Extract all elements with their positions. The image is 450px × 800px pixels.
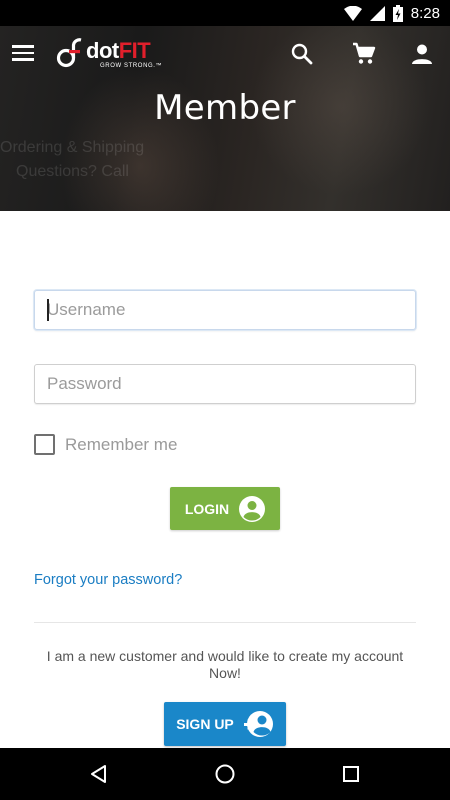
password-input[interactable] [34,364,416,404]
home-icon[interactable] [213,762,237,786]
signup-button[interactable]: SIGN UP [164,702,286,746]
brand-fit: FIT [118,37,151,63]
dotfit-logo-mark-icon [56,38,82,68]
status-bar: 8:28 [0,0,450,26]
login-button[interactable]: LOGIN [170,487,280,530]
app-toolbar: dotFIT GROW STRONG.™ [0,26,450,82]
brand-tagline: GROW STRONG.™ [100,62,163,69]
new-customer-text: I am a new customer and would like to cr… [46,648,404,681]
battery-charging-icon [392,4,403,22]
recents-icon[interactable] [339,762,363,786]
forgot-password-link[interactable]: Forgot your password? [34,572,182,588]
login-button-label: LOGIN [184,500,230,517]
cart-icon[interactable] [350,40,378,68]
remember-me-label: Remember me [65,434,178,454]
page-title: Member [154,88,296,128]
account-icon[interactable] [408,40,436,68]
menu-icon[interactable] [12,40,38,66]
hero-background-text: Ordering & Shipping Questions? Call [0,136,144,184]
signup-button-label: SIGN UP [176,716,234,732]
remember-me-checkbox[interactable] [34,434,55,455]
back-icon[interactable] [87,762,111,786]
system-nav-bar [0,748,450,800]
wifi-icon [343,5,362,21]
brand-dot: dot [86,37,119,63]
user-circle-icon [239,495,266,522]
add-user-icon [243,711,273,737]
remember-me-toggle[interactable]: Remember me [34,434,177,455]
divider [34,622,416,623]
status-time: 8:28 [410,4,440,22]
text-cursor [47,299,49,321]
dotfit-logo[interactable]: dotFIT GROW STRONG.™ [56,36,162,72]
username-input[interactable] [34,290,416,330]
hero-background-line: Ordering & Shipping [0,139,145,156]
hero-background-line: Questions? Call [16,163,129,180]
search-icon[interactable] [288,40,316,68]
cell-signal-icon [369,5,385,21]
